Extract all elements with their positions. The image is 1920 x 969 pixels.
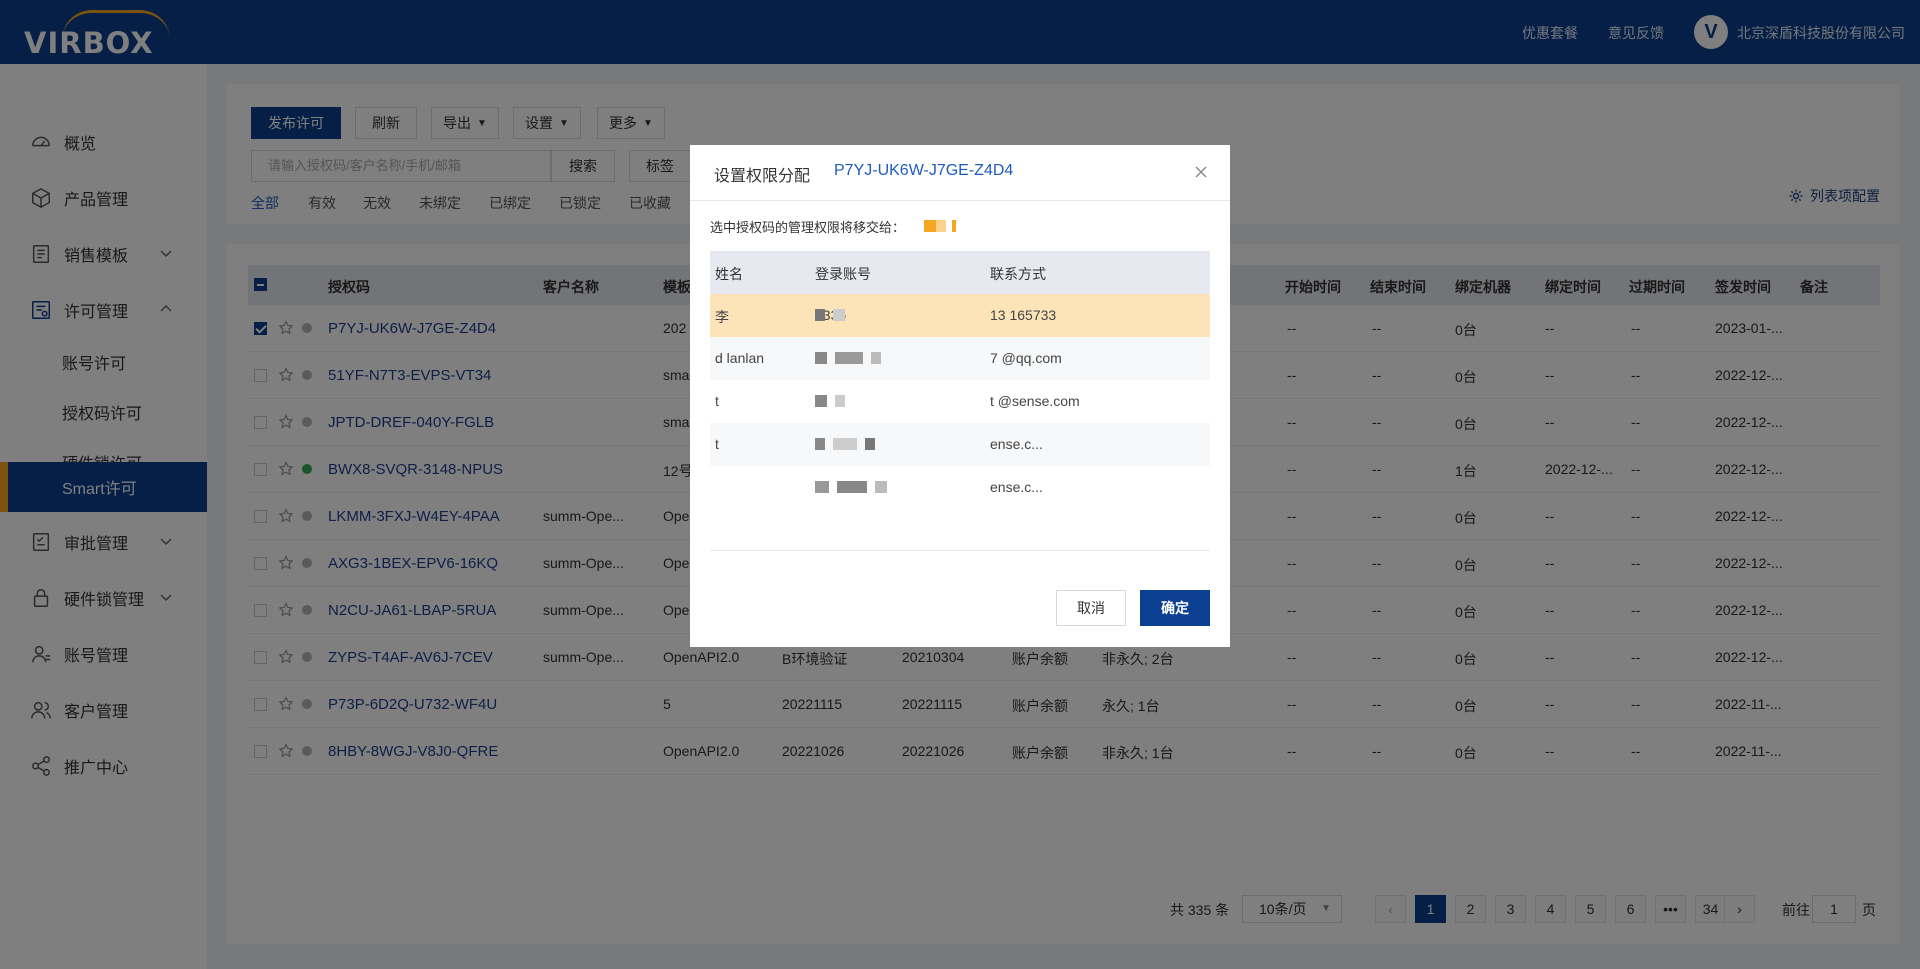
user-contact: ense.c... — [990, 436, 1043, 452]
dialog-license-code: P7YJ-UK6W-J7GE-Z4D4 — [834, 162, 1014, 179]
user-row[interactable]: t ense.c... — [710, 423, 1210, 466]
dialog-divider — [690, 200, 1230, 201]
user-contact: 13 165733 — [990, 307, 1057, 323]
dialog-title: 设置权限分配 — [714, 168, 811, 185]
confirm-button[interactable]: 确定 — [1140, 590, 1210, 626]
redacted-mark — [815, 395, 845, 407]
redacted-mark — [815, 481, 887, 493]
permission-dialog: 设置权限分配 P7YJ-UK6W-J7GE-Z4D4 选中授权码的管理权限将移交… — [690, 145, 1230, 647]
user-name: t — [715, 436, 719, 452]
cancel-button[interactable]: 取消 — [1056, 590, 1126, 626]
redacted-mark — [815, 438, 875, 450]
user-contact: ense.c... — [990, 479, 1043, 495]
dialog-footer-divider — [710, 550, 1210, 551]
redacted-mark — [815, 309, 845, 321]
redacted-mark — [815, 352, 881, 364]
selected-user-redacted — [924, 217, 966, 233]
user-contact: 7 @qq.com — [990, 350, 1062, 366]
th-contact: 联系方式 — [990, 266, 1046, 282]
user-name: t — [715, 393, 719, 409]
transfer-hint: 选中授权码的管理权限将移交给： — [710, 220, 906, 235]
user-name: 李 — [715, 309, 729, 325]
user-row[interactable]: ense.c... — [710, 466, 1210, 509]
user-row[interactable]: d lanlan 7 @qq.com — [710, 337, 1210, 380]
th-name: 姓名 — [715, 266, 743, 282]
close-icon[interactable] — [1192, 163, 1210, 181]
user-row[interactable]: t t @sense.com — [710, 380, 1210, 423]
user-contact: t @sense.com — [990, 393, 1080, 409]
user-row[interactable]: 李 1336 13 165733 — [710, 294, 1210, 337]
th-account: 登录账号 — [815, 266, 871, 282]
user-table-header: 姓名 登录账号 联系方式 — [710, 251, 1210, 294]
user-name: d lanlan — [715, 350, 765, 366]
